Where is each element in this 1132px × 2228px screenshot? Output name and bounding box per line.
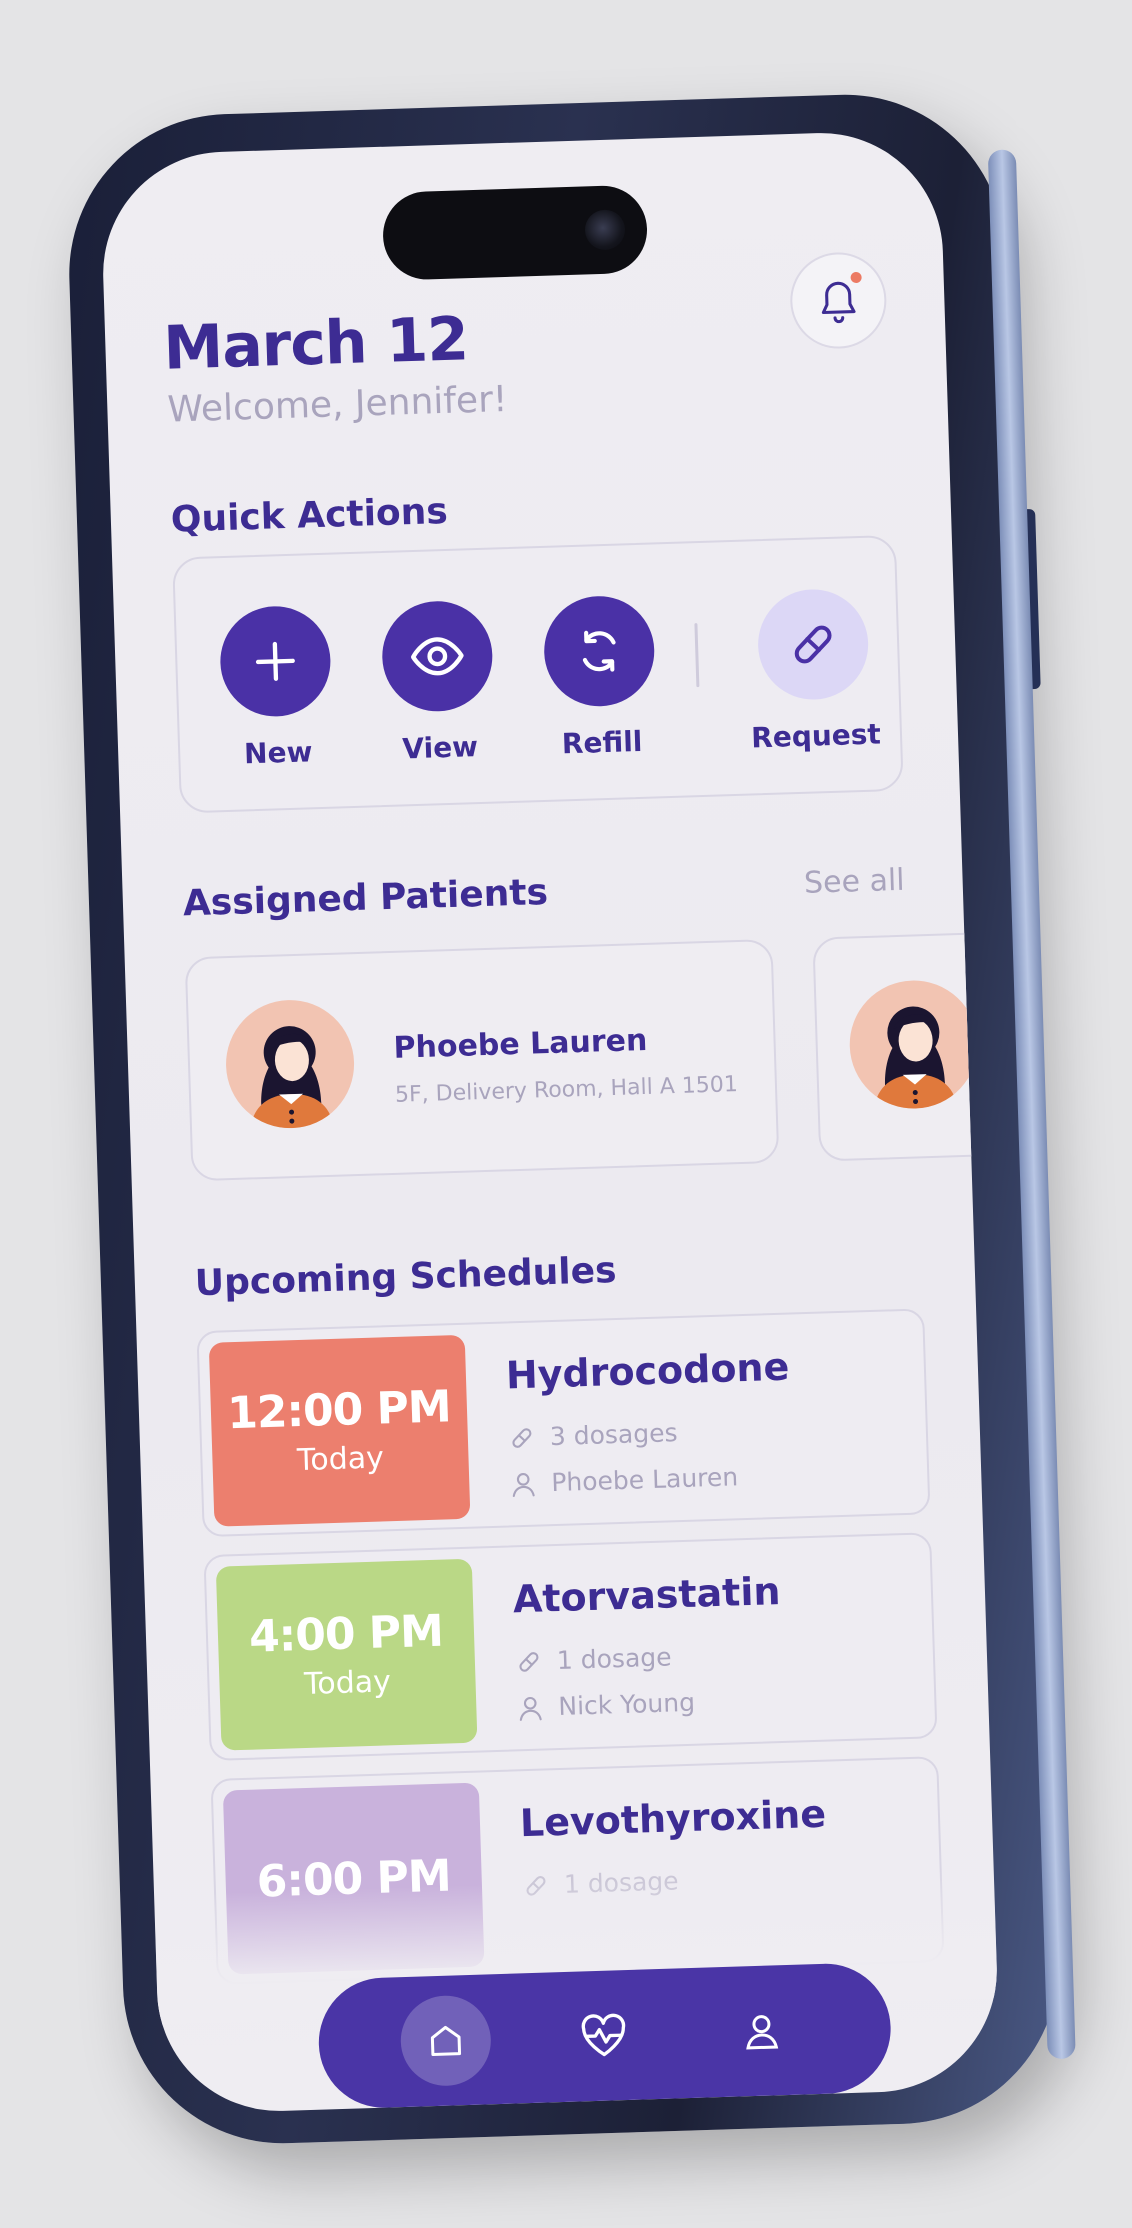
dosage-text: 1 dosage	[556, 1642, 672, 1676]
quick-action-label: View	[401, 730, 479, 766]
dosage-row: 3 dosages	[507, 1418, 678, 1452]
quick-action-label: Request	[750, 717, 882, 755]
time-badge: 4:00 PM Today	[215, 1558, 478, 1751]
refresh-icon	[582, 630, 616, 672]
nav-health[interactable]	[557, 1989, 650, 2082]
dosage-text: 3 dosages	[549, 1418, 678, 1452]
schedule-card[interactable]: 4:00 PM Today Atorvastatin 1 dosage Nick…	[203, 1532, 938, 1761]
schedule-card[interactable]: 12:00 PM Today Hydrocodone 3 dosages Pho…	[196, 1308, 931, 1538]
quick-action-refill[interactable]: Refill	[528, 594, 673, 761]
medication-name: Atorvastatin	[512, 1569, 782, 1622]
user-icon	[746, 2015, 779, 2050]
schedule-day: Today	[303, 1664, 392, 1702]
patient-row: Nick Young	[516, 1688, 695, 1723]
quick-action-label: Refill	[561, 724, 643, 761]
welcome-text: Welcome, Jennifer!	[166, 378, 508, 431]
section-title-assigned-patients: Assigned Patients	[182, 871, 549, 925]
nav-profile[interactable]	[715, 1984, 808, 2077]
patient-room: 5F, Delivery Room, Hall A 1501	[394, 1072, 739, 1108]
heart-pulse-icon	[581, 2013, 626, 2057]
nav-home[interactable]	[399, 1994, 493, 2088]
camera-icon	[584, 209, 626, 251]
patient-row: Phoebe Lauren	[509, 1462, 739, 1498]
medication-name: Levothyroxine	[519, 1791, 827, 1846]
patient-text: Nick Young	[557, 1687, 696, 1722]
divider	[694, 623, 700, 688]
home-icon	[430, 2025, 462, 2056]
bottom-nav	[316, 1961, 893, 2110]
notification-button[interactable]	[788, 251, 888, 351]
pill-icon	[794, 625, 832, 664]
eye-icon	[410, 637, 464, 676]
page-title: March 12	[162, 304, 469, 384]
quick-action-view[interactable]: View	[366, 599, 511, 766]
side-button	[1021, 508, 1041, 690]
dynamic-island	[381, 184, 649, 281]
dosage-row: 1 dosage	[514, 1642, 672, 1676]
schedule-time: 4:00 PM	[248, 1605, 444, 1663]
patient-card[interactable]: Phoebe Lauren 5F, Delivery Room, Hall A …	[184, 938, 780, 1182]
quick-action-label: New	[243, 735, 313, 771]
user-icon	[519, 1696, 542, 1721]
schedule-time: 12:00 PM	[226, 1381, 452, 1440]
quick-action-new[interactable]: New	[204, 604, 349, 771]
schedule-day: Today	[296, 1440, 385, 1479]
see-all-link[interactable]: See all	[804, 863, 906, 901]
medication-name: Hydrocodone	[505, 1344, 790, 1398]
patient-name: Phoebe Lauren	[393, 1022, 648, 1066]
avatar	[847, 978, 980, 1111]
plus-icon	[255, 641, 295, 681]
phone-screen: March 12 Welcome, Jennifer! Quick Action…	[99, 129, 1001, 2115]
quick-actions-card: New View Refill Request	[172, 534, 904, 814]
user-icon	[512, 1472, 535, 1497]
pill-icon	[512, 1427, 532, 1448]
pill-icon	[519, 1651, 539, 1672]
section-title-quick-actions: Quick Actions	[170, 490, 449, 541]
quick-action-request[interactable]: Request	[741, 587, 886, 754]
section-title-upcoming-schedules: Upcoming Schedules	[194, 1249, 618, 1305]
patient-text: Phoebe Lauren	[550, 1462, 739, 1498]
avatar	[224, 998, 357, 1131]
time-badge: 12:00 PM Today	[208, 1334, 471, 1527]
